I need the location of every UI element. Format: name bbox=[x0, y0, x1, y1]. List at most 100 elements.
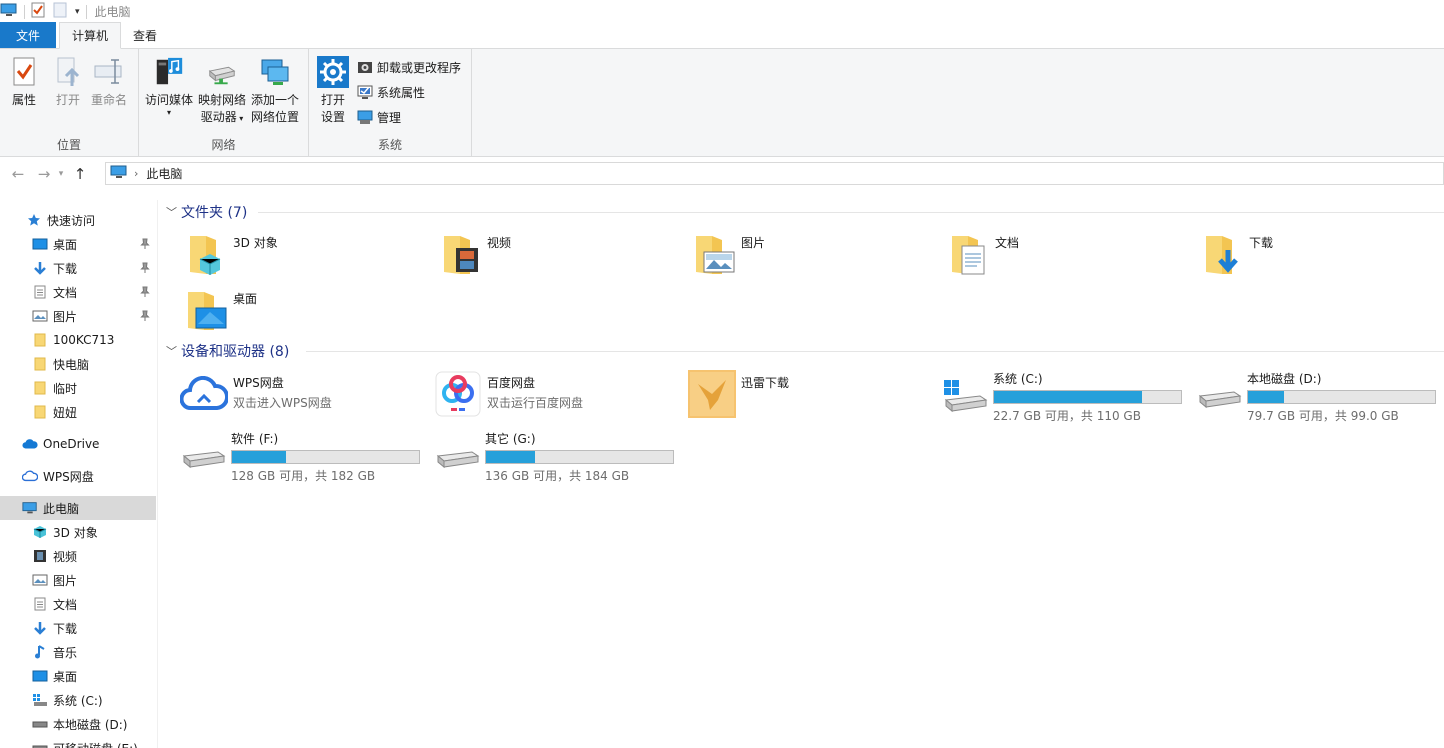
map-drive-button[interactable]: 映射网络 驱动器 ▾ bbox=[198, 55, 246, 127]
drive-tile-c[interactable]: 系统 (C:) 22.7 GB 可用，共 110 GB bbox=[940, 370, 1182, 424]
music-note-icon bbox=[32, 644, 48, 660]
folder-tile-3d-objects[interactable]: 3D 对象 bbox=[182, 230, 278, 278]
sidebar-item-folder[interactable]: 临时 bbox=[0, 376, 156, 400]
folder-tile-documents[interactable]: 文档 bbox=[944, 230, 1019, 278]
drive-name: 系统 (C:) bbox=[993, 372, 1043, 386]
folder-tile-downloads[interactable]: 下载 bbox=[1198, 230, 1273, 278]
system-properties-label: 系统属性 bbox=[377, 85, 426, 100]
devices-header-label: 设备和驱动器 (8) bbox=[181, 344, 290, 360]
drive-tile-f[interactable]: 软件 (F:) 128 GB 可用，共 182 GB bbox=[178, 430, 420, 484]
folder-icon bbox=[32, 356, 48, 372]
breadcrumb-chevron-icon[interactable]: › bbox=[134, 167, 138, 180]
sidebar-item-folder[interactable]: 100KC713 bbox=[0, 328, 156, 352]
sidebar-item-label: 3D 对象 bbox=[53, 525, 98, 540]
rename-icon bbox=[93, 55, 125, 89]
tab-computer[interactable]: 计算机 bbox=[59, 22, 122, 49]
picture-icon bbox=[32, 572, 48, 588]
baidu-netdisk-tile[interactable]: 百度网盘 双击运行百度网盘 bbox=[432, 370, 583, 418]
drive-name: 软件 (F:) bbox=[231, 432, 279, 446]
sidebar-item-desktop[interactable]: 桌面 bbox=[0, 232, 156, 256]
drive-tile-g[interactable]: 其它 (G:) 136 GB 可用，共 184 GB bbox=[432, 430, 674, 484]
sidebar-item-downloads-pc[interactable]: 下载 bbox=[0, 616, 156, 640]
folder-tile-desktop[interactable]: 桌面 bbox=[182, 286, 257, 334]
up-button[interactable]: ↑ bbox=[69, 163, 91, 185]
map-drive-label-line1: 映射网络 bbox=[198, 93, 247, 107]
folder-label: 图片 bbox=[741, 236, 766, 250]
xunlei-download-tile[interactable]: 迅雷下载 bbox=[686, 370, 789, 418]
folders-section-header[interactable]: ﹀ 文件夹 (7) bbox=[166, 201, 1444, 223]
navigation-pane: 快速访问 桌面 下载 文档 图片 100KC713 快电脑 临时 妞妞 OneD… bbox=[0, 200, 158, 748]
ribbon-group-system: 打开 设置 卸载或更改程序 系统属性 管理 系统 bbox=[309, 49, 472, 157]
folder-tile-pictures[interactable]: 图片 bbox=[690, 230, 765, 278]
properties-button[interactable]: 属性 bbox=[8, 55, 40, 109]
quick-access-toolbar: ▾ bbox=[0, 0, 93, 23]
map-dropdown-icon: ▾ bbox=[236, 114, 244, 123]
sidebar-item-documents-pc[interactable]: 文档 bbox=[0, 592, 156, 616]
sidebar-item-folder[interactable]: 妞妞 bbox=[0, 400, 156, 424]
toolbar-separator bbox=[85, 4, 87, 19]
uninstall-programs-button[interactable]: 卸载或更改程序 bbox=[357, 57, 461, 77]
sidebar-item-drive-d[interactable]: 本地磁盘 (D:) bbox=[0, 712, 156, 736]
wps-cloud-tile[interactable]: WPS网盘 双击进入WPS网盘 bbox=[178, 370, 332, 418]
sidebar-item-wps-cloud[interactable]: WPS网盘 bbox=[0, 464, 156, 488]
map-drive-label-line2: 驱动器 bbox=[200, 110, 237, 124]
sidebar-item-label: 100KC713 bbox=[53, 333, 115, 347]
sidebar-item-label: 此电脑 bbox=[43, 501, 80, 516]
tab-file[interactable]: 文件 bbox=[0, 22, 56, 48]
properties-quick-icon[interactable] bbox=[31, 2, 45, 21]
drive-free-space: 79.7 GB 可用，共 99.0 GB bbox=[1247, 409, 1399, 423]
sidebar-item-label: 视频 bbox=[53, 549, 78, 564]
drive-free-space: 136 GB 可用，共 184 GB bbox=[485, 469, 630, 483]
add-network-location-button[interactable]: 添加一个 网络位置 bbox=[251, 55, 299, 126]
drive-free-space: 22.7 GB 可用，共 110 GB bbox=[993, 409, 1141, 423]
folder-tile-videos[interactable]: 视频 bbox=[436, 230, 511, 278]
folders-header-label: 文件夹 (7) bbox=[181, 205, 248, 221]
customize-dropdown-icon[interactable]: ▾ bbox=[75, 7, 80, 17]
up-arrow-icon: ↑ bbox=[73, 165, 87, 183]
sidebar-item-quick-access[interactable]: 快速访问 bbox=[0, 208, 156, 232]
folder-icon bbox=[32, 380, 48, 396]
sidebar-item-videos[interactable]: 视频 bbox=[0, 544, 156, 568]
sidebar-item-documents[interactable]: 文档 bbox=[0, 280, 156, 304]
open-button[interactable]: 打开 bbox=[52, 55, 84, 109]
sidebar-item-label: OneDrive bbox=[43, 437, 100, 451]
tab-view[interactable]: 查看 bbox=[121, 22, 169, 48]
rename-button[interactable]: 重命名 bbox=[91, 55, 127, 109]
system-drive-icon bbox=[32, 692, 48, 708]
uninstall-label: 卸载或更改程序 bbox=[377, 60, 462, 75]
access-media-button[interactable]: 访问媒体 ▾ bbox=[145, 55, 193, 117]
sidebar-item-desktop-pc[interactable]: 桌面 bbox=[0, 664, 156, 688]
sidebar-item-3d-objects[interactable]: 3D 对象 bbox=[0, 520, 156, 544]
new-folder-quick-icon[interactable] bbox=[53, 2, 67, 21]
sidebar-item-folder[interactable]: 快电脑 bbox=[0, 352, 156, 376]
back-button[interactable]: ← bbox=[7, 163, 29, 185]
sidebar-item-this-pc[interactable]: 此电脑 bbox=[0, 496, 156, 520]
sidebar-item-pictures-pc[interactable]: 图片 bbox=[0, 568, 156, 592]
devices-section-header[interactable]: ﹀ 设备和驱动器 (8) bbox=[166, 340, 1444, 362]
sidebar-item-drive-c[interactable]: 系统 (C:) bbox=[0, 688, 156, 712]
drive-tile-d[interactable]: 本地磁盘 (D:) 79.7 GB 可用，共 99.0 GB bbox=[1194, 370, 1436, 424]
tile-subtitle: 双击进入WPS网盘 bbox=[233, 396, 332, 410]
sidebar-item-music[interactable]: 音乐 bbox=[0, 640, 156, 664]
pin-icon bbox=[140, 238, 150, 249]
recent-locations-button[interactable]: ▾ bbox=[55, 163, 67, 185]
system-properties-button[interactable]: 系统属性 bbox=[357, 82, 425, 102]
breadcrumb-this-pc[interactable]: 此电脑 bbox=[146, 165, 182, 182]
sidebar-item-pictures[interactable]: 图片 bbox=[0, 304, 156, 328]
address-bar[interactable]: › 此电脑 bbox=[105, 162, 1444, 185]
forward-button[interactable]: → bbox=[33, 163, 55, 185]
sidebar-item-downloads[interactable]: 下载 bbox=[0, 256, 156, 280]
open-settings-button[interactable]: 打开 设置 bbox=[317, 55, 349, 126]
sidebar-item-onedrive[interactable]: OneDrive bbox=[0, 432, 156, 456]
sidebar-item-drive-e[interactable]: 可移动磁盘 (E:) bbox=[0, 736, 156, 748]
drive-name: 本地磁盘 (D:) bbox=[1247, 372, 1322, 386]
hard-drive-icon bbox=[432, 430, 482, 478]
manage-icon bbox=[357, 109, 373, 125]
sidebar-item-label: 本地磁盘 (D:) bbox=[53, 717, 128, 732]
manage-button[interactable]: 管理 bbox=[357, 107, 401, 127]
chevron-down-icon: ﹀ bbox=[166, 206, 177, 219]
pin-icon bbox=[140, 310, 150, 321]
sidebar-item-label: 下载 bbox=[53, 261, 78, 276]
chevron-down-icon: ﹀ bbox=[166, 345, 177, 358]
desktop-icon bbox=[32, 668, 48, 684]
